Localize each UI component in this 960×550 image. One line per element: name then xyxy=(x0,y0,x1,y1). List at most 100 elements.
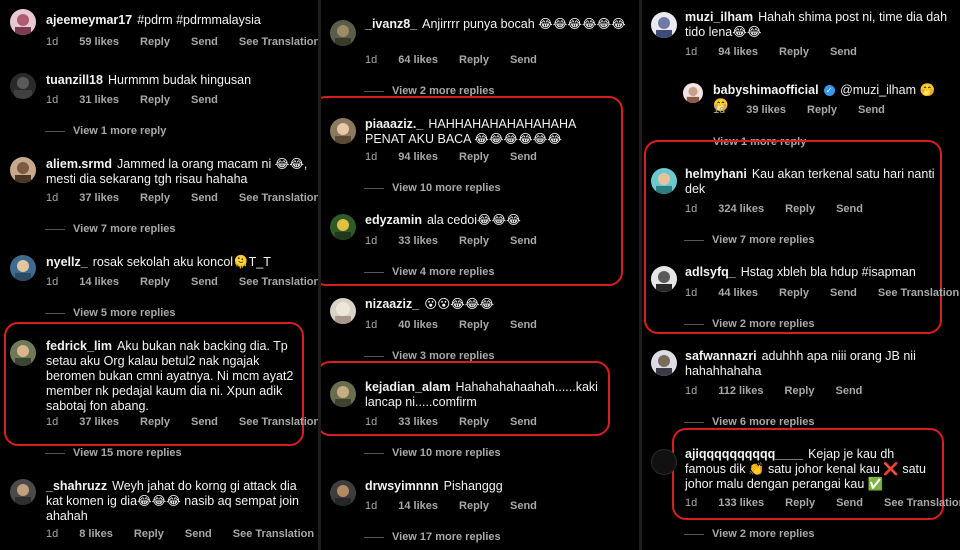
send-button[interactable]: Send xyxy=(191,94,218,106)
send-button[interactable]: Send xyxy=(830,46,857,58)
likes-count[interactable]: 40 likes xyxy=(398,319,438,331)
send-button[interactable]: Send xyxy=(191,192,218,204)
reply-button[interactable]: Reply xyxy=(459,500,489,512)
comment-username[interactable]: babyshimaofficial xyxy=(713,83,819,97)
avatar[interactable] xyxy=(330,118,356,144)
avatar[interactable] xyxy=(651,449,677,475)
send-button[interactable]: Send xyxy=(510,500,537,512)
reply-button[interactable]: Reply xyxy=(785,203,815,215)
reply-button[interactable]: Reply xyxy=(459,54,489,66)
see-translation-button[interactable]: See Translation xyxy=(239,192,318,204)
reply-button[interactable]: Reply xyxy=(807,104,837,116)
comment-username[interactable]: safwannazri xyxy=(685,349,757,363)
comment-username[interactable]: helmyhani xyxy=(685,167,747,181)
view-replies-link[interactable]: View 7 more replies xyxy=(45,223,176,235)
send-button[interactable]: Send xyxy=(191,416,218,428)
send-button[interactable]: Send xyxy=(510,235,537,247)
send-button[interactable]: Send xyxy=(510,151,537,163)
reply-button[interactable]: Reply xyxy=(779,46,809,58)
reply-button[interactable]: Reply xyxy=(785,497,815,509)
comment-username[interactable]: nyellz_ xyxy=(46,255,88,269)
send-button[interactable]: Send xyxy=(191,276,218,288)
reply-button[interactable]: Reply xyxy=(134,528,164,540)
likes-count[interactable]: 14 likes xyxy=(79,276,119,288)
avatar[interactable] xyxy=(10,157,36,183)
send-button[interactable]: Send xyxy=(510,416,537,428)
reply-button[interactable]: Reply xyxy=(140,416,170,428)
likes-count[interactable]: 44 likes xyxy=(718,287,758,299)
avatar[interactable] xyxy=(651,266,677,292)
reply-button[interactable]: Reply xyxy=(459,319,489,331)
see-translation-button[interactable]: See Translation xyxy=(239,416,318,428)
see-translation-button[interactable]: See Translation xyxy=(233,528,314,540)
avatar[interactable] xyxy=(10,255,36,281)
reply-button[interactable]: Reply xyxy=(459,151,489,163)
avatar[interactable] xyxy=(330,20,356,46)
likes-count[interactable]: 37 likes xyxy=(79,416,119,428)
avatar[interactable] xyxy=(330,214,356,240)
send-button[interactable]: Send xyxy=(510,319,537,331)
avatar[interactable] xyxy=(651,350,677,376)
likes-count[interactable]: 39 likes xyxy=(746,104,786,116)
likes-count[interactable]: 14 likes xyxy=(398,500,438,512)
avatar[interactable] xyxy=(10,340,36,366)
see-translation-button[interactable]: See Translation xyxy=(239,36,318,48)
view-replies-link[interactable]: View 4 more replies xyxy=(364,266,495,278)
send-button[interactable]: Send xyxy=(830,287,857,299)
send-button[interactable]: Send xyxy=(191,36,218,48)
reply-button[interactable]: Reply xyxy=(140,192,170,204)
likes-count[interactable]: 324 likes xyxy=(718,203,764,215)
see-translation-button[interactable]: See Translation xyxy=(884,497,960,509)
avatar[interactable] xyxy=(330,298,356,324)
view-replies-link[interactable]: View 2 more replies xyxy=(684,528,815,540)
likes-count[interactable]: 33 likes xyxy=(398,416,438,428)
view-replies-link[interactable]: View 10 more replies xyxy=(364,447,501,459)
comment-username[interactable]: muzi_ilham xyxy=(685,10,753,24)
view-replies-link[interactable]: View 15 more replies xyxy=(45,447,182,459)
view-replies-link[interactable]: View 17 more replies xyxy=(364,531,501,543)
comment-username[interactable]: ajeemeymar17 xyxy=(46,13,132,27)
reply-button[interactable]: Reply xyxy=(459,416,489,428)
view-replies-link[interactable]: View 1 more reply xyxy=(45,125,166,137)
likes-count[interactable]: 94 likes xyxy=(718,46,758,58)
reply-button[interactable]: Reply xyxy=(140,276,170,288)
view-replies-link[interactable]: View 7 more replies xyxy=(684,234,815,246)
send-button[interactable]: Send xyxy=(858,104,885,116)
likes-count[interactable]: 64 likes xyxy=(398,54,438,66)
view-replies-link[interactable]: View 5 more replies xyxy=(45,307,176,319)
avatar[interactable] xyxy=(330,381,356,407)
comment-username[interactable]: kejadian_alam xyxy=(365,380,450,394)
comment-username[interactable]: piaaaziz._ xyxy=(365,117,423,131)
comment-username[interactable]: fedrick_lim xyxy=(46,339,112,353)
view-replies-link[interactable]: View 6 more replies xyxy=(684,416,815,428)
reply-button[interactable]: Reply xyxy=(785,385,815,397)
reply-button[interactable]: Reply xyxy=(140,36,170,48)
avatar[interactable] xyxy=(651,12,677,38)
comment-username[interactable]: adlsyfq_ xyxy=(685,265,736,279)
reply-button[interactable]: Reply xyxy=(140,94,170,106)
send-button[interactable]: Send xyxy=(185,528,212,540)
send-button[interactable]: Send xyxy=(836,385,863,397)
reply-button[interactable]: Reply xyxy=(779,287,809,299)
view-replies-link[interactable]: View 10 more replies xyxy=(364,182,501,194)
comment-username[interactable]: aliem.srmd xyxy=(46,157,112,171)
reply-button[interactable]: Reply xyxy=(459,235,489,247)
likes-count[interactable]: 33 likes xyxy=(398,235,438,247)
likes-count[interactable]: 8 likes xyxy=(79,528,113,540)
comment-username[interactable]: drwsyimnnn xyxy=(365,479,439,493)
send-button[interactable]: Send xyxy=(510,54,537,66)
likes-count[interactable]: 94 likes xyxy=(398,151,438,163)
comment-username[interactable]: _ivanz8_ xyxy=(365,17,417,31)
avatar[interactable] xyxy=(683,83,703,103)
see-translation-button[interactable]: See Translation xyxy=(878,287,959,299)
avatar[interactable] xyxy=(10,9,36,35)
comment-username[interactable]: ajiqqqqqqqqqq____ xyxy=(685,447,803,461)
comment-username[interactable]: edyzamin xyxy=(365,213,422,227)
likes-count[interactable]: 59 likes xyxy=(79,36,119,48)
see-translation-button[interactable]: See Translation xyxy=(239,276,318,288)
comment-username[interactable]: nizaaziz_ xyxy=(365,297,419,311)
likes-count[interactable]: 31 likes xyxy=(79,94,119,106)
likes-count[interactable]: 112 likes xyxy=(718,385,763,397)
avatar[interactable] xyxy=(330,480,356,506)
send-button[interactable]: Send xyxy=(836,497,863,509)
